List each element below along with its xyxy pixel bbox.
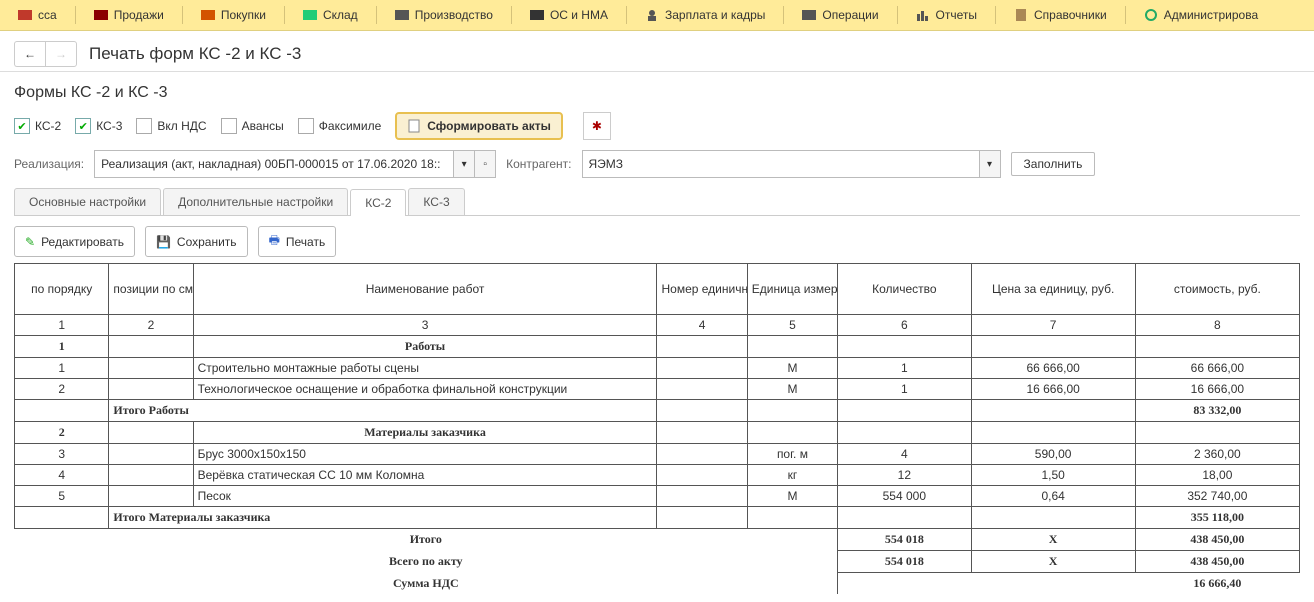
print-button[interactable]: 🖶Печать <box>258 226 337 257</box>
check-faksimile[interactable]: ✔Факсимиле <box>298 118 382 134</box>
col-pos: позиции по смете <box>109 264 193 315</box>
sub-header: ← → Печать форм КС -2 и КС -3 <box>0 31 1314 72</box>
dropdown-button[interactable]: ▾ <box>980 150 1001 178</box>
col-unit: Единица измерения <box>747 264 837 315</box>
counterparty-label: Контрагент: <box>506 157 571 171</box>
page-title: Печать форм КС -2 и КС -3 <box>89 44 301 64</box>
fill-button[interactable]: Заполнить <box>1011 152 1096 176</box>
production-icon <box>395 8 409 22</box>
nav-purchases[interactable]: Покупки <box>189 4 278 26</box>
arrow-right-icon: → <box>55 47 67 61</box>
tab-main-settings[interactable]: Основные настройки <box>14 188 161 215</box>
subtotal-row: Итого Работы 83 332,00 <box>15 400 1300 422</box>
section-row: 1 Работы <box>15 336 1300 358</box>
toolbar: ✎Редактировать 💾Сохранить 🖶Печать <box>14 226 1300 257</box>
save-button[interactable]: 💾Сохранить <box>145 226 248 257</box>
asterisk-icon: ✱ <box>592 119 602 133</box>
table-row[interactable]: 5 Песок М554 000 0,64352 740,00 <box>15 486 1300 507</box>
floppy-icon: 💾 <box>156 235 171 249</box>
forward-button[interactable]: → <box>45 41 77 67</box>
col-rate-no: Номер единичной расценки <box>657 264 747 315</box>
back-button[interactable]: ← <box>14 41 45 67</box>
cart-icon <box>201 8 215 22</box>
subtitle: Формы КС -2 и КС -3 <box>14 84 1300 102</box>
printer-icon: 🖶 <box>269 231 280 252</box>
footer-nds: Сумма НДС 16 666,40 <box>15 573 1300 595</box>
ks2-table: по порядку позиции по смете Наименование… <box>14 263 1300 594</box>
tab-ks3[interactable]: КС-3 <box>408 188 464 215</box>
person-icon <box>645 8 659 22</box>
pencil-icon: ✎ <box>25 235 35 249</box>
open-icon: ▫ <box>483 159 487 170</box>
check-avansy[interactable]: ✔Авансы <box>221 118 284 134</box>
counterparty-field[interactable]: ЯЭМЗ <box>582 150 980 178</box>
col-qty: Количество <box>838 264 971 315</box>
sales-icon <box>94 8 108 22</box>
tab-extra-settings[interactable]: Дополнительные настройки <box>163 188 348 215</box>
subtotal-row: Итого Материалы заказчика 355 118,00 <box>15 507 1300 529</box>
table-row[interactable]: 2 Технологическое оснащение и обработка … <box>15 379 1300 400</box>
footer-itogo: Итого 554 018 X 438 450,00 <box>15 529 1300 551</box>
table-numrow: 12345678 <box>15 315 1300 336</box>
check-icon: ✔ <box>298 118 314 134</box>
edit-button[interactable]: ✎Редактировать <box>14 226 135 257</box>
truck-icon <box>530 8 544 22</box>
selection-row: Реализация: Реализация (акт, накладная) … <box>14 150 1300 178</box>
col-name: Наименование работ <box>193 264 657 315</box>
check-ks3[interactable]: ✔КС-3 <box>75 118 122 134</box>
open-button[interactable]: ▫ <box>475 150 496 178</box>
warehouse-icon <box>303 8 317 22</box>
chevron-down-icon: ▾ <box>987 159 992 170</box>
nav-operations[interactable]: Операции <box>790 4 890 26</box>
table-row[interactable]: 4 Верёвка статическая СС 10 мм Коломна к… <box>15 465 1300 486</box>
top-nav: сса Продажи Покупки Склад Производство О… <box>0 0 1314 31</box>
nav-sales[interactable]: Продажи <box>82 4 176 26</box>
nav-admin[interactable]: Администрирова <box>1132 4 1270 26</box>
gear-icon <box>1144 8 1158 22</box>
realization-label: Реализация: <box>14 157 84 171</box>
document-icon <box>407 119 421 133</box>
generate-acts-button[interactable]: Сформировать акты <box>395 112 563 140</box>
wallet-icon <box>18 8 32 22</box>
table-row[interactable]: 1 Строительно монтажные работы сцены М1 … <box>15 358 1300 379</box>
table-row[interactable]: 3 Брус 3000x150x150 пог. м4 590,002 360,… <box>15 444 1300 465</box>
col-order: по порядку <box>15 264 109 315</box>
tabs: Основные настройки Дополнительные настро… <box>14 188 1300 216</box>
chart-icon <box>916 8 930 22</box>
check-icon: ✔ <box>221 118 237 134</box>
check-icon: ✔ <box>75 118 91 134</box>
col-sum: стоимость, руб. <box>1135 264 1299 315</box>
check-vat[interactable]: ✔Вкл НДС <box>136 118 206 134</box>
nav-reports[interactable]: Отчеты <box>904 4 989 26</box>
check-icon: ✔ <box>14 118 30 134</box>
check-ks2[interactable]: ✔КС-2 <box>14 118 61 134</box>
arrow-left-icon: ← <box>24 47 36 61</box>
tab-ks2[interactable]: КС-2 <box>350 189 406 216</box>
col-price: Цена за единицу, руб. <box>971 264 1135 315</box>
nav-os-nma[interactable]: ОС и НМА <box>518 4 620 26</box>
nav-warehouse[interactable]: Склад <box>291 4 370 26</box>
dropdown-button[interactable]: ▾ <box>454 150 475 178</box>
ops-icon <box>802 8 816 22</box>
settings-button[interactable]: ✱ <box>583 112 611 140</box>
chevron-down-icon: ▾ <box>462 159 467 170</box>
footer-vsego: Всего по акту 554 018 X 438 450,00 <box>15 551 1300 573</box>
section-row: 2 Материалы заказчика <box>15 422 1300 444</box>
nav-kassa[interactable]: сса <box>6 4 69 26</box>
nav-refs[interactable]: Справочники <box>1002 4 1119 26</box>
table-header-row: по порядку позиции по смете Наименование… <box>15 264 1300 315</box>
nav-production[interactable]: Производство <box>383 4 505 26</box>
book-icon <box>1014 8 1028 22</box>
options-row: ✔КС-2 ✔КС-3 ✔Вкл НДС ✔Авансы ✔Факсимиле … <box>14 112 1300 140</box>
nav-payroll[interactable]: Зарплата и кадры <box>633 4 777 26</box>
realization-field[interactable]: Реализация (акт, накладная) 00БП-000015 … <box>94 150 454 178</box>
check-icon: ✔ <box>136 118 152 134</box>
